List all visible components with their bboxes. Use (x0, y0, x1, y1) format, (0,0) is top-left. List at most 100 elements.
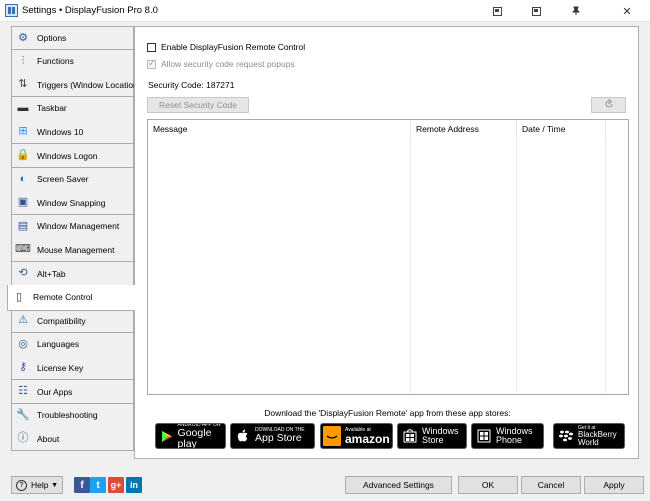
google-play-big: Google play (177, 427, 212, 449)
close-icon[interactable]: ✕ (607, 0, 647, 22)
sidebar-item-taskbar[interactable]: ▬ Taskbar (11, 96, 134, 121)
windows-phone-icon (476, 428, 492, 444)
sidebar-item-license-key[interactable]: ⚷ License Key (11, 356, 134, 381)
sidebar-item-troubleshooting[interactable]: 🔧 Troubleshooting (11, 403, 134, 428)
sidebar-item-remote-control[interactable]: ▯ Remote Control (7, 284, 135, 311)
blackberry-big: BlackBerry World (578, 429, 617, 447)
help-dropdown-button[interactable]: ? Help ▼ (11, 476, 63, 494)
column-header-date-time[interactable]: Date / Time (517, 120, 606, 138)
windows-logo-icon: ⊞ (18, 125, 28, 138)
allow-popups-checkbox (147, 58, 156, 69)
sidebar-item-functions[interactable]: ⫶ Functions (11, 49, 134, 74)
google-play-icon (160, 428, 174, 444)
reset-security-code-button[interactable]: Reset Security Code (147, 97, 249, 113)
sidebar-item-label: Our Apps (37, 386, 73, 397)
chevron-down-icon: ▼ (51, 481, 58, 489)
title-bar: Settings • DisplayFusion Pro 8.0 ✕ (0, 0, 650, 22)
mouse-icon: ⌨ (15, 243, 31, 256)
amazon-badge[interactable]: Available at amazon (320, 423, 393, 449)
displayfusion-app-icon (5, 4, 18, 17)
window-snapping-icon: ▣ (17, 196, 29, 209)
blackberry-badge[interactable]: Get it at BlackBerry World (553, 423, 625, 449)
column-separator (517, 120, 606, 394)
sidebar-item-label: Window Management (37, 221, 120, 232)
sidebar-item-label: Remote Control (33, 292, 93, 303)
languages-icon: ◎ (18, 337, 28, 350)
sidebar-item-mouse-management[interactable]: ⌨ Mouse Management (11, 238, 134, 263)
windows-phone-badge[interactable]: Windows Phone (471, 423, 544, 449)
windows-store-text: Windows Store (422, 425, 459, 445)
sidebar-item-label: Mouse Management (37, 244, 115, 255)
help-icon: ? (16, 479, 27, 491)
sidebar-item-window-snapping[interactable]: ▣ Window Snapping (11, 191, 134, 216)
window-management-icon: ▤ (17, 219, 29, 232)
lock-icon: 🔒 (16, 149, 30, 161)
column-header-message[interactable]: Message (148, 120, 411, 138)
google-play-badge[interactable]: ANDROID APP ON Google play (155, 423, 226, 449)
allow-popups-row: Allow security code request popups (147, 58, 295, 69)
remote-control-panel: Enable DisplayFusion Remote Control Allo… (134, 26, 639, 459)
pin-icon[interactable] (559, 0, 593, 22)
sidebar-item-label: Compatibility (37, 315, 86, 326)
sidebar-item-windows-10[interactable]: ⊞ Windows 10 (11, 120, 134, 145)
advanced-settings-button[interactable]: Advanced Settings (345, 476, 452, 494)
triggers-icon: ⇅ (18, 78, 28, 91)
gears-icon: ⚙ (18, 31, 28, 44)
sidebar-item-windows-logon[interactable]: 🔒 Windows Logon (11, 144, 134, 168)
twitter-icon[interactable]: t (90, 477, 106, 493)
sidebar-item-label: Languages (37, 339, 80, 350)
windows-store-icon (402, 428, 418, 444)
sidebar-item-our-apps[interactable]: ☷ Our Apps (11, 380, 134, 404)
window-title: Settings • DisplayFusion Pro 8.0 (22, 5, 158, 16)
sidebar-item-compatibility[interactable]: ⚠ Compatibility (11, 309, 134, 334)
google-plus-icon[interactable]: g+ (108, 477, 124, 493)
screen-saver-icon: ◐ (19, 172, 27, 185)
apply-button[interactable]: Apply (584, 476, 644, 494)
sliders-icon: ⫶ (21, 54, 25, 67)
remote-log-list[interactable]: Message Remote Address Date / Time (147, 119, 629, 395)
alt-tab-icon: ⟲ (18, 267, 28, 279)
column-header-remote-address[interactable]: Remote Address (411, 120, 517, 138)
apple-icon (235, 428, 251, 444)
amazon-icon (323, 426, 341, 446)
cancel-button[interactable]: Cancel (521, 476, 581, 494)
sidebar-item-label: Troubleshooting (37, 410, 98, 421)
enable-remote-control-checkbox[interactable] (147, 42, 156, 52)
app-store-badge[interactable]: Download on the App Store (230, 423, 315, 449)
key-icon: ⚷ (18, 361, 28, 374)
security-code-label: Security Code: 187271 (148, 80, 235, 90)
sidebar-item-label: Alt+Tab (37, 268, 66, 279)
compatibility-icon: ⚠ (18, 314, 28, 327)
sidebar-item-window-management[interactable]: ▤ Window Management (11, 214, 134, 239)
amazon-big: amazon (345, 431, 390, 446)
footer-bar: ? Help ▼ f t g+ in Advanced Settings OK … (0, 474, 650, 496)
sidebar-item-label: About (37, 433, 60, 444)
remote-control-icon: ▯ (15, 290, 23, 303)
sidebar-item-label: Functions (37, 56, 74, 67)
download-apps-text: Download the 'DisplayFusion Remote' app … (264, 408, 511, 418)
sidebar-item-screen-saver[interactable]: ◐ Screen Saver (11, 167, 134, 192)
linkedin-icon[interactable]: in (126, 477, 142, 493)
ok-button[interactable]: OK (458, 476, 518, 494)
window-layout-icon[interactable] (519, 0, 553, 22)
enable-remote-control-row[interactable]: Enable DisplayFusion Remote Control (147, 42, 305, 52)
facebook-icon[interactable]: f (74, 477, 90, 493)
sidebar-item-label: Window Snapping (37, 197, 106, 208)
our-apps-icon: ☷ (18, 385, 28, 397)
sidebar-item-label: Windows Logon (37, 150, 98, 161)
app-store-big: App Store (255, 432, 302, 445)
sidebar-item-label: Windows 10 (37, 126, 84, 137)
refresh-icon (604, 98, 614, 111)
windows-store-badge[interactable]: Windows Store (397, 423, 467, 449)
sidebar-item-alt-tab[interactable]: ⟲ Alt+Tab (11, 262, 134, 286)
sidebar-item-options[interactable]: ⚙ Options (11, 26, 134, 50)
refresh-button[interactable] (591, 97, 626, 113)
sidebar-item-label: Triggers (Window Location) (37, 79, 141, 90)
sidebar-item-triggers-window-location[interactable]: ⇅ Triggers (Window Location) (11, 73, 141, 98)
column-separator (148, 120, 411, 394)
sidebar-item-label: Options (37, 33, 67, 43)
sidebar-item-about[interactable]: ⓘ About (11, 427, 134, 452)
sidebar-item-label: License Key (37, 362, 84, 373)
sidebar-item-languages[interactable]: ◎ Languages (11, 332, 134, 357)
monitor-config-icon[interactable] (480, 0, 514, 22)
